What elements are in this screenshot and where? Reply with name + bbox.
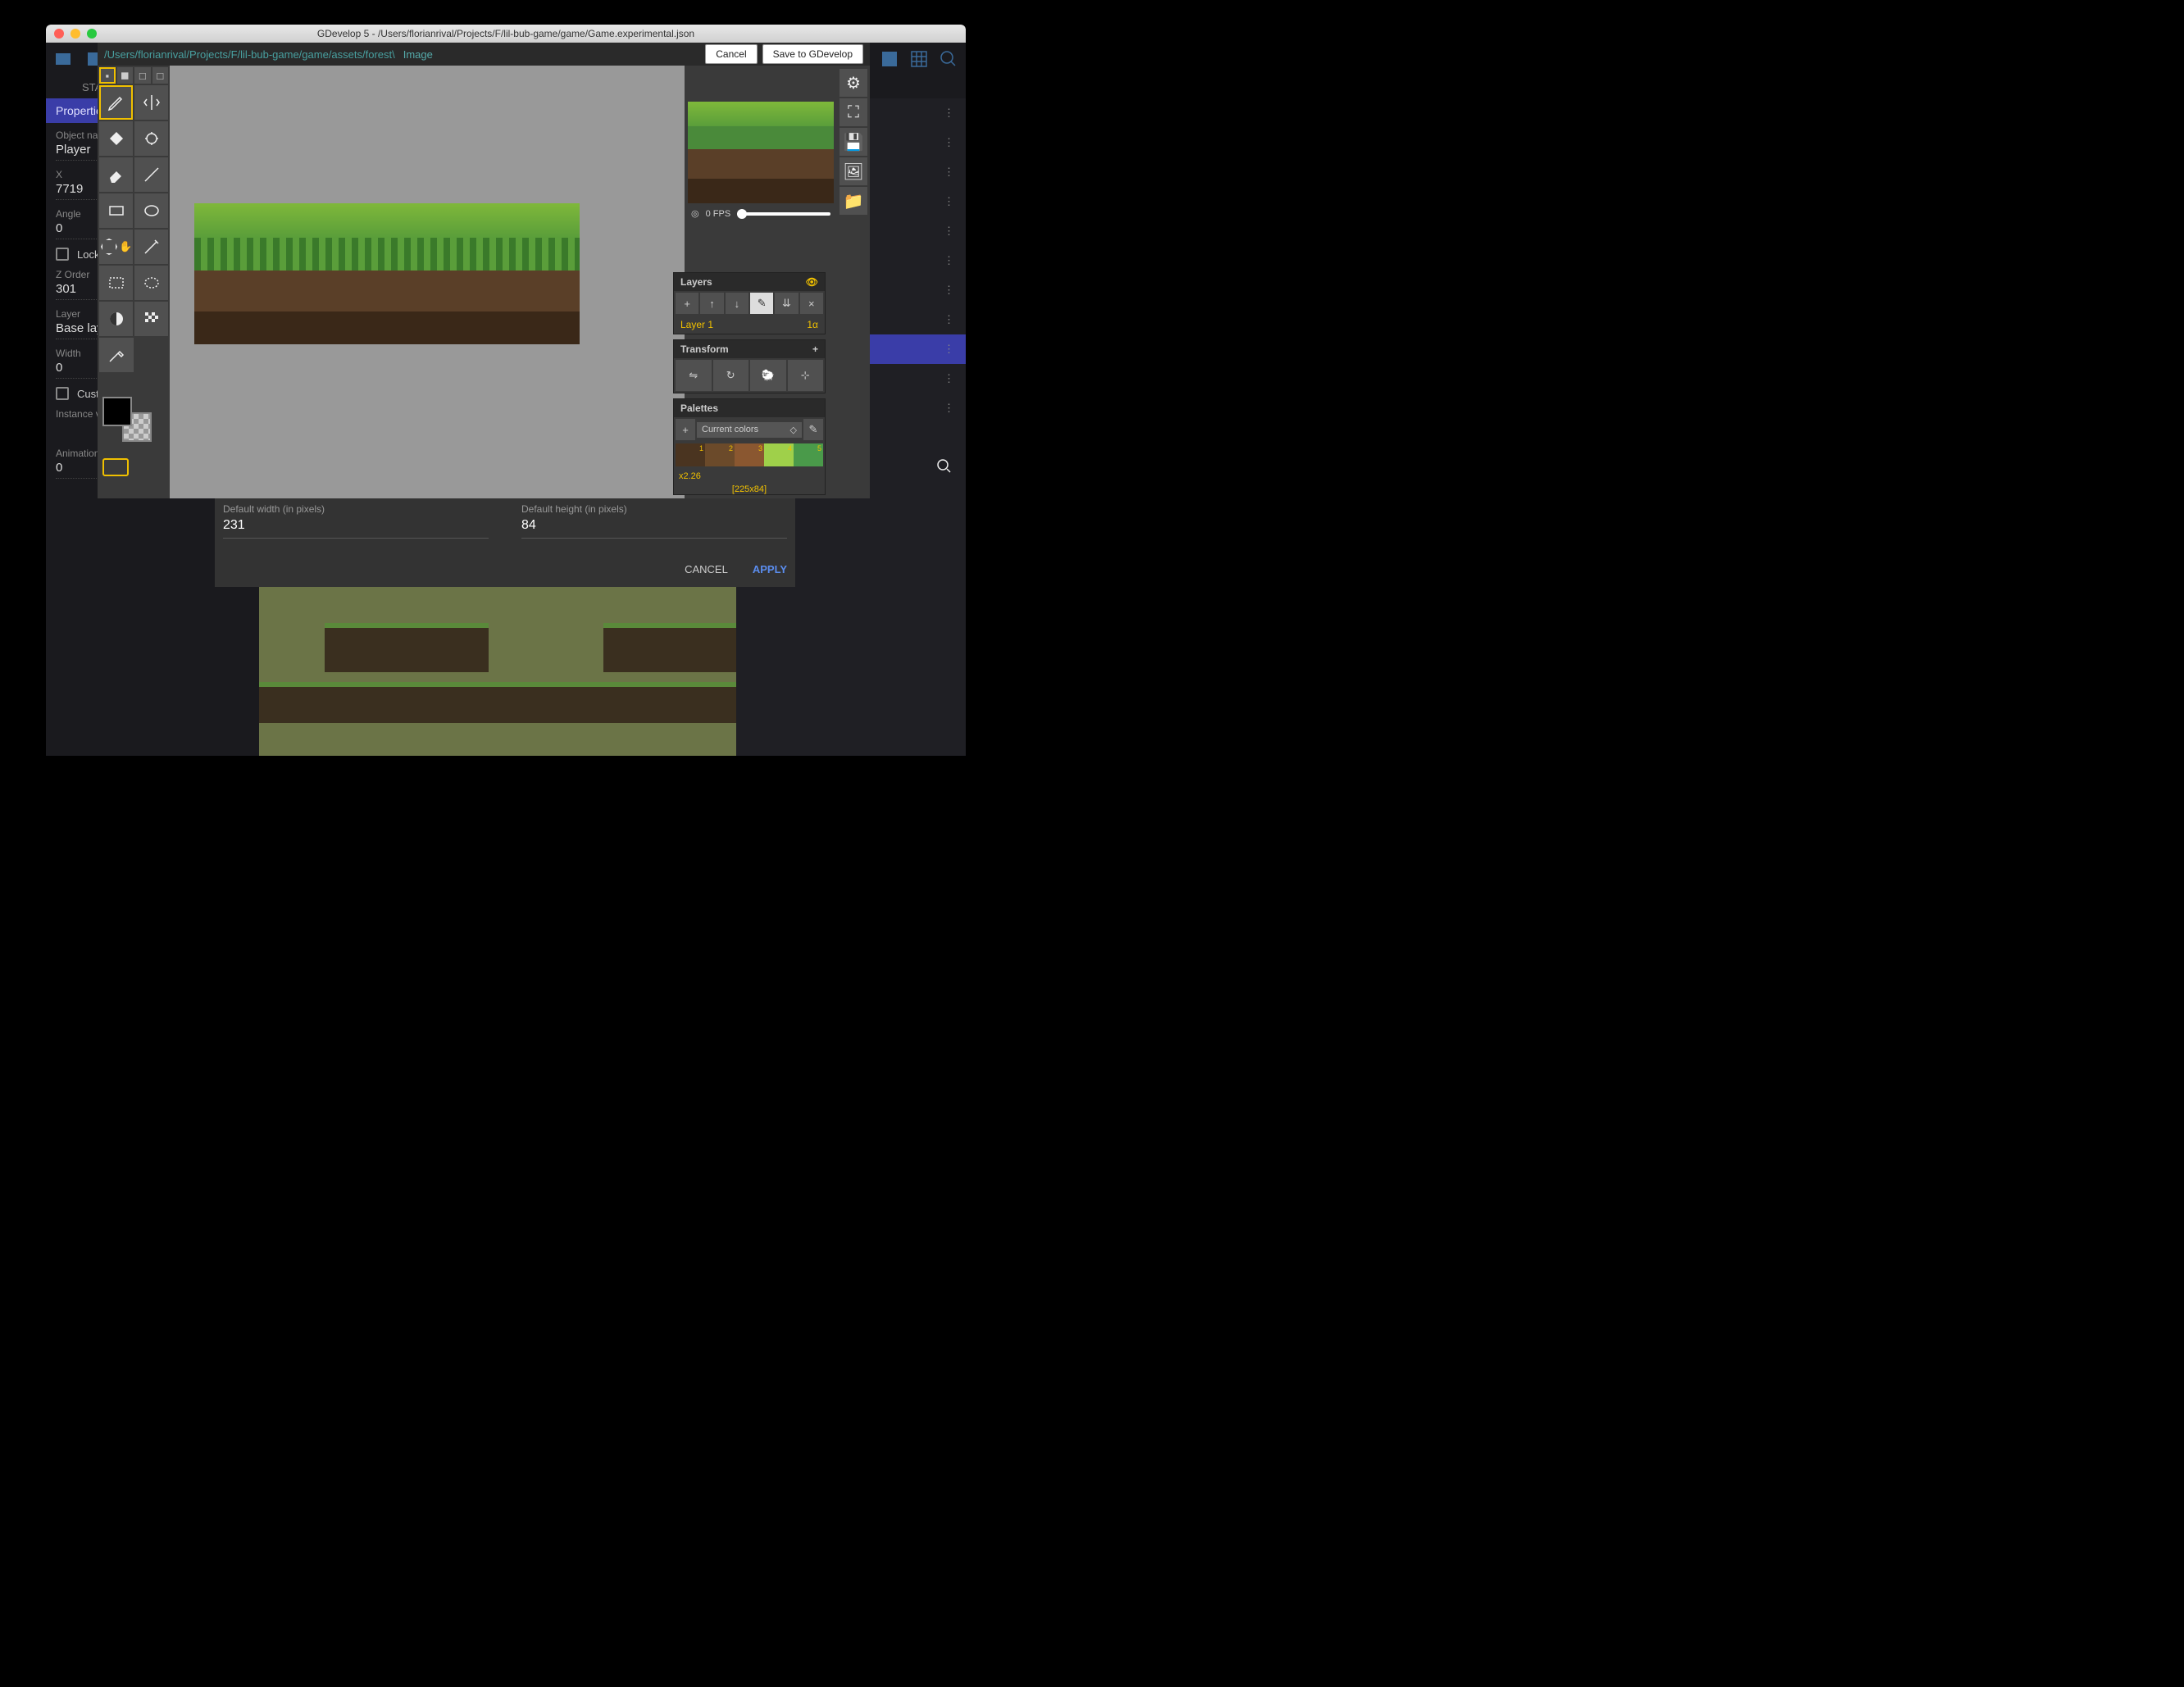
more-icon[interactable]: ⋮ xyxy=(944,343,954,356)
flip-h-button[interactable]: ⇋ xyxy=(676,360,712,391)
right-toolbar: ⚙ ⛶ 💾 🖼 📁 xyxy=(837,66,870,498)
more-icon[interactable]: ⋮ xyxy=(944,313,954,326)
edit-layer-button[interactable]: ✎ xyxy=(750,293,773,314)
palette-swatch[interactable]: 3 xyxy=(735,443,764,466)
default-width-label: Default width (in pixels) xyxy=(223,503,489,515)
resize-icon[interactable]: ⛶ xyxy=(839,98,867,126)
layer-1-alpha: 1α xyxy=(807,319,818,330)
lasso-tool-icon[interactable] xyxy=(134,266,168,300)
pen-size-1[interactable]: ▪ xyxy=(99,67,116,84)
palette-swatch[interactable]: 2 xyxy=(705,443,735,466)
more-icon[interactable]: ⋮ xyxy=(944,284,954,297)
palettes-header: Palettes xyxy=(680,402,718,414)
pen-size-2[interactable]: ◼ xyxy=(117,67,134,84)
export-image-icon[interactable]: 🖼 xyxy=(839,157,867,185)
dimensions-dialog: Default width (in pixels) 231 Default he… xyxy=(215,492,795,587)
editor-path: /Users/florianrival/Projects/F/lil-bub-g… xyxy=(104,48,395,61)
clone-button[interactable]: 🐑 xyxy=(750,360,786,391)
onion-icon[interactable]: ◎ xyxy=(691,208,699,219)
search-icon[interactable] xyxy=(935,457,954,479)
move-tool-icon[interactable]: ✋ xyxy=(99,230,133,264)
palettes-panel: Palettes + Current colors◇ ✎ 12345 x2.26… xyxy=(673,398,826,495)
more-icon[interactable]: ⋮ xyxy=(944,402,954,415)
layer-down-button[interactable]: ↓ xyxy=(726,293,748,314)
default-height-field[interactable]: 84 xyxy=(521,518,787,539)
more-icon[interactable]: ⋮ xyxy=(944,195,954,208)
mirror-pen-tool-icon[interactable] xyxy=(134,85,168,120)
palette-swatch[interactable]: 1 xyxy=(676,443,705,466)
default-height-label: Default height (in pixels) xyxy=(521,503,787,515)
transform-header: Transform xyxy=(680,343,729,355)
layers-header: Layers xyxy=(680,276,712,288)
canvas[interactable] xyxy=(170,66,685,498)
wand-tool-icon[interactable] xyxy=(134,230,168,264)
cancel-button[interactable]: CANCEL xyxy=(685,563,728,575)
editor-save-button[interactable]: Save to GDevelop xyxy=(762,44,863,64)
fps-label: 0 FPS xyxy=(706,209,731,219)
layers-icon[interactable] xyxy=(877,47,902,71)
pen-size-4[interactable]: □ xyxy=(152,67,169,84)
zoom-11-icon[interactable] xyxy=(936,47,961,71)
rect-select-tool-icon[interactable] xyxy=(99,266,133,300)
titlebar: GDevelop 5 - /Users/florianrival/Project… xyxy=(46,25,966,43)
circle-tool-icon[interactable] xyxy=(134,193,168,228)
layer-up-button[interactable]: ↑ xyxy=(700,293,723,314)
magic-bucket-tool-icon[interactable] xyxy=(134,121,168,156)
fps-slider[interactable] xyxy=(737,212,830,216)
transform-panel: Transform + ⇋ ↻ 🐑 ⊹ xyxy=(673,339,826,393)
dither-tool-icon[interactable] xyxy=(134,302,168,336)
add-transform-icon[interactable]: + xyxy=(812,343,818,355)
layer-1-name[interactable]: Layer 1 xyxy=(680,319,713,330)
edit-palette-button[interactable]: ✎ xyxy=(803,419,823,440)
rotate-button[interactable]: ↻ xyxy=(713,360,749,391)
eye-icon[interactable]: 👁 xyxy=(806,276,818,288)
bucket-tool-icon[interactable] xyxy=(99,121,133,156)
foreground-color[interactable] xyxy=(102,397,132,426)
lock-position-checkbox[interactable] xyxy=(56,248,69,261)
more-icon[interactable]: ⋮ xyxy=(944,166,954,179)
palette-swatch[interactable]: 4 xyxy=(764,443,794,466)
default-width-field[interactable]: 231 xyxy=(223,518,489,539)
gear-icon[interactable]: ⚙ xyxy=(839,69,867,97)
add-layer-button[interactable]: + xyxy=(676,293,698,314)
eyedropper-tool-icon[interactable] xyxy=(99,338,134,372)
keyboard-shortcuts-icon[interactable] xyxy=(102,458,129,476)
zoom-label: x2.26 xyxy=(679,471,701,481)
color-swap[interactable] xyxy=(102,397,152,442)
line-tool-icon[interactable] xyxy=(134,157,168,192)
canvas-dims: [225x84] xyxy=(674,484,825,494)
grid-icon[interactable] xyxy=(907,47,931,71)
delete-layer-button[interactable]: × xyxy=(800,293,823,314)
palette-swatch[interactable]: 5 xyxy=(794,443,823,466)
eraser-tool-icon[interactable] xyxy=(99,157,133,192)
menu-icon[interactable] xyxy=(51,47,75,71)
toolbox: ▪ ◼ □ □ ✋ xyxy=(98,66,170,498)
layers-panel: Layers 👁 + ↑ ↓ ✎ ⇊ × Layer 1 1α xyxy=(673,272,826,334)
pencil-tool-icon[interactable] xyxy=(99,85,133,120)
apply-button[interactable]: APPLY xyxy=(753,563,787,575)
editor-image-label: Image xyxy=(403,48,433,61)
palette-select[interactable]: Current colors◇ xyxy=(697,422,802,438)
more-icon[interactable]: ⋮ xyxy=(944,372,954,385)
preview-image xyxy=(688,102,834,205)
window-title: GDevelop 5 - /Users/florianrival/Project… xyxy=(46,28,966,39)
more-icon[interactable]: ⋮ xyxy=(944,136,954,149)
save-disk-icon[interactable]: 💾 xyxy=(839,128,867,156)
center-button[interactable]: ⊹ xyxy=(788,360,824,391)
merge-layer-button[interactable]: ⇊ xyxy=(775,293,798,314)
custom-size-checkbox[interactable] xyxy=(56,387,69,400)
lighten-tool-icon[interactable] xyxy=(99,302,133,336)
rectangle-tool-icon[interactable] xyxy=(99,193,133,228)
more-icon[interactable]: ⋮ xyxy=(944,254,954,267)
sprite-canvas[interactable] xyxy=(194,203,580,344)
add-palette-button[interactable]: + xyxy=(676,419,695,440)
pen-size-3[interactable]: □ xyxy=(134,67,151,84)
editor-header: /Users/florianrival/Projects/F/lil-bub-g… xyxy=(98,43,870,66)
import-folder-icon[interactable]: 📁 xyxy=(839,187,867,215)
editor-cancel-button[interactable]: Cancel xyxy=(705,44,757,64)
more-icon[interactable]: ⋮ xyxy=(944,107,954,120)
more-icon[interactable]: ⋮ xyxy=(944,225,954,238)
piskel-editor: /Users/florianrival/Projects/F/lil-bub-g… xyxy=(98,43,870,498)
